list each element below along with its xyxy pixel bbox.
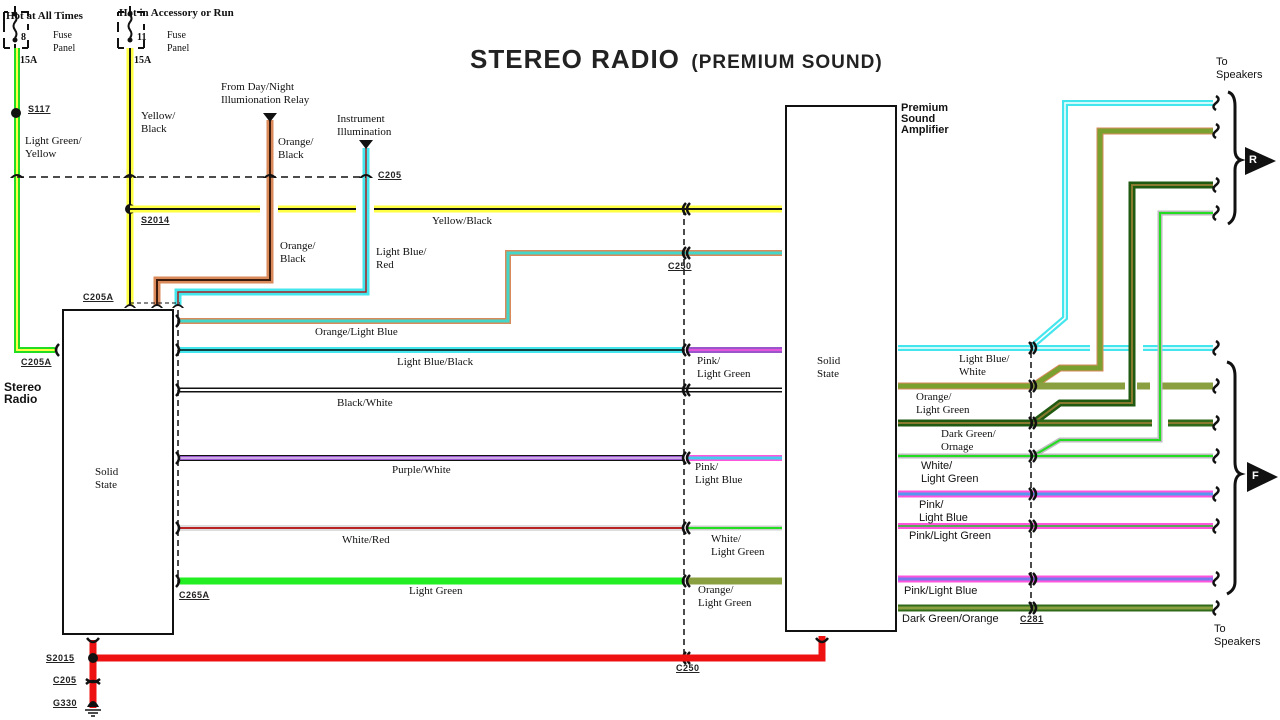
wire-out-light-blue-white (898, 100, 1213, 351)
front-speaker-badge-label: F (1252, 470, 1259, 482)
fuse-11-panel-label: Fuse Panel (167, 30, 190, 54)
connector-c205-ground (85, 678, 101, 685)
instrument-arrow-icon (359, 140, 373, 149)
ground-g330-icon (85, 701, 101, 717)
title-sub: (PREMIUM SOUND) (691, 52, 883, 73)
stereo-radio-name: Stereo Radio (4, 380, 42, 406)
wire-label-light-blue-red: Light Blue/ Red (376, 246, 427, 271)
day-night-relay-label: From Day/Night Illumionation Relay (221, 81, 310, 106)
wire-label-light-green-yellow: Light Green/ Yellow (25, 135, 82, 160)
connector-c205-label: C205 (378, 170, 402, 180)
wire-red-ground (89, 636, 826, 708)
wire-label-amp-pink-light-blue: Pink/ Light Blue (695, 461, 743, 486)
rear-brace (1227, 90, 1246, 226)
connector-c250-top-label: C250 (668, 261, 692, 271)
wire-label-amp-white-light-green: White/ Light Green (711, 533, 765, 558)
rear-speaker-badge-label: R (1249, 154, 1257, 166)
wire-label-orange-black-lower: Orange/ Black (280, 240, 316, 265)
wire-label-out-white-light-green: White/ Light Green (921, 460, 979, 485)
connector-c205a-left-label: C205A (21, 357, 52, 367)
amplifier-name: Premium Sound Amplifier (901, 102, 949, 136)
page-title: STEREO RADIO (PREMIUM SOUND) (470, 44, 883, 75)
to-speakers-top-label: To Speakers (1216, 56, 1263, 81)
stereo-radio-inner-label: Solid State (95, 466, 119, 491)
wire-label-orange-black-top: Orange/ Black (278, 136, 314, 161)
wire-label-black-white: Black/White (337, 397, 393, 409)
wire-light-green-yellow (14, 48, 55, 353)
hot-all-times-label: Hot at All Times (6, 10, 83, 22)
wiring-diagram (3, 6, 1278, 717)
connector-c205a-left-pin (54, 343, 60, 357)
fuse-8-panel-label: Fuse Panel (53, 30, 76, 54)
day-night-arrow-icon (263, 113, 277, 122)
splice-s117 (11, 108, 21, 118)
connector-c205-ground-label: C205 (53, 675, 77, 685)
amplifier-inner-label: Solid State (817, 355, 841, 380)
fuse-11-rating: 15A (134, 55, 152, 66)
wire-label-light-blue-black: Light Blue/Black (397, 356, 474, 368)
splice-s2014-label: S2014 (141, 215, 170, 225)
splice-s117-label: S117 (28, 104, 51, 114)
wire-label-amp-pink-light-green: Pink/ Light Green (697, 355, 751, 380)
splice-s2015 (88, 653, 98, 663)
instrument-illumination-label: Instrument Illumination (337, 113, 392, 138)
wire-label-amp-orange-light-green: Orange/ Light Green (698, 584, 752, 609)
wire-label-out-pink-light-blue: Pink/ Light Blue (919, 499, 968, 524)
wire-label-out-pink-light-blue-2: Pink/Light Blue (904, 585, 978, 597)
title-main: STEREO RADIO (470, 44, 680, 74)
wire-label-out-dark-green-orange: Dark Green/ Ornage (941, 428, 996, 453)
fuse-11-number: 11 (137, 32, 147, 43)
wire-label-out-pink-light-green: Pink/Light Green (909, 530, 991, 542)
to-speakers-bottom-label: To Speakers (1214, 623, 1261, 648)
speaker-terminals (1212, 94, 1220, 617)
connector-c281-pins (1028, 341, 1038, 615)
hot-acc-run-label: Hot in Accessory or Run (119, 7, 234, 19)
amplifier-module (785, 105, 897, 632)
wire-label-white-red: White/Red (342, 534, 390, 546)
wire-label-out-orange-light-green: Orange/ Light Green (916, 391, 970, 416)
connector-c250-bottom-label: C250 (676, 663, 700, 673)
wire-label-yellow-black-vertical: Yellow/ Black (141, 110, 176, 135)
connector-c205a-top-label: C205A (83, 292, 114, 302)
front-brace (1226, 360, 1246, 596)
fuse-8-rating: 15A (20, 55, 38, 66)
connector-c281-label: C281 (1020, 614, 1044, 624)
wire-label-orange-light-blue: Orange/Light Blue (315, 326, 398, 338)
wire-label-light-green: Light Green (409, 585, 463, 597)
wire-label-purple-white: Purple/White (392, 464, 451, 476)
fuse-8-number: 8 (21, 32, 26, 43)
connector-c265a-label: C265A (179, 590, 210, 600)
splice-s2015-label: S2015 (46, 653, 75, 663)
wire-label-out-light-blue-white: Light Blue/ White (959, 353, 1010, 378)
wire-label-out-dark-green-orange-2: Dark Green/Orange (902, 613, 999, 625)
wire-label-yellow-black-horizontal: Yellow/Black (432, 215, 492, 227)
ground-g330-label: G330 (53, 698, 78, 708)
